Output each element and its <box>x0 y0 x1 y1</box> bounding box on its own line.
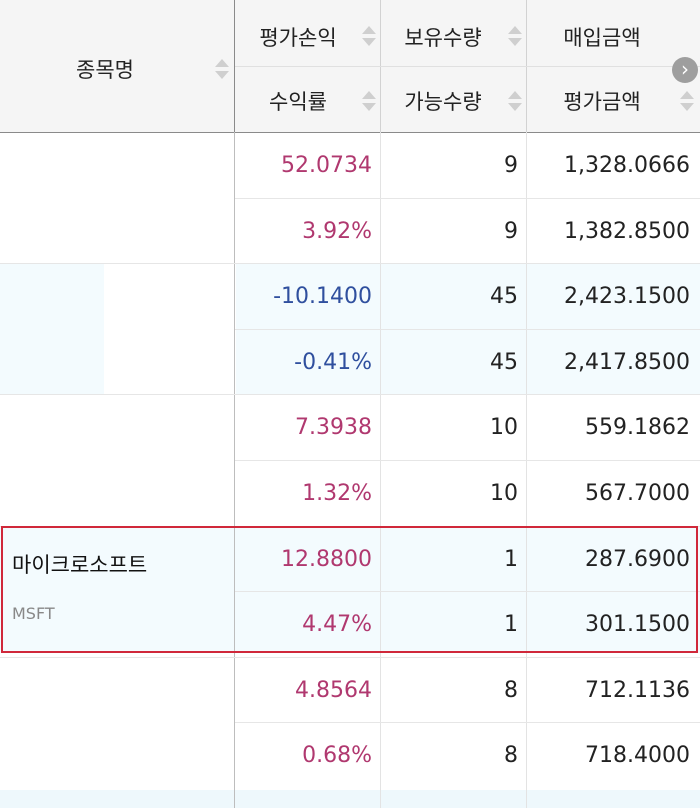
cell-purchase-amount: 559.1862 <box>585 415 690 440</box>
cell-holding-qty: 9 <box>504 153 518 178</box>
sort-updown-icon[interactable] <box>362 91 376 113</box>
column-divider <box>234 132 235 808</box>
cell-eval-pl: 52.0734 <box>281 153 372 178</box>
cell-holding-qty: 8 <box>504 678 518 703</box>
col-header-available-qty[interactable]: 가능수량 <box>381 68 505 134</box>
chevron-right-icon[interactable]: › <box>672 57 698 83</box>
col-header-return-rate[interactable]: 수익률 <box>236 68 360 134</box>
cell-available-qty: 9 <box>504 219 518 244</box>
cell-eval-pl: 7.3938 <box>295 415 372 440</box>
col-header-eval-pl[interactable]: 평가손익 <box>236 4 360 70</box>
sort-updown-icon[interactable] <box>215 59 229 81</box>
col-header-eval-amount[interactable]: 평가금액 <box>527 68 677 134</box>
cell-eval-amount: 718.4000 <box>585 743 690 768</box>
col-header-eval-pl-label: 평가손익 <box>259 26 337 50</box>
col-header-stock-name[interactable]: 종목명 <box>0 36 210 102</box>
cell-return-rate: 1.32% <box>302 481 372 506</box>
cell-holding-qty: 10 <box>490 415 518 440</box>
cell-eval-amount: 1,382.8500 <box>564 219 690 244</box>
sort-updown-icon[interactable] <box>362 26 376 48</box>
cell-return-rate: 3.92% <box>302 219 372 244</box>
cell-purchase-amount: 712.1136 <box>585 678 690 703</box>
col-header-stock-name-label: 종목명 <box>76 58 134 82</box>
col-header-available-qty-label: 가능수량 <box>404 90 482 114</box>
holdings-table: 종목명 평가손익 수익률 보유수량 가능수량 매입금액 평가금액 › 52.07… <box>0 0 700 808</box>
col-header-holding-qty-label: 보유수량 <box>404 26 482 50</box>
cell-eval-pl: 4.8564 <box>295 678 372 703</box>
cell-eval-pl: -10.1400 <box>273 284 372 309</box>
cell-purchase-amount: 2,423.1500 <box>564 284 690 309</box>
col-header-return-rate-label: 수익률 <box>269 90 327 114</box>
cell-eval-amount: 567.7000 <box>585 481 690 506</box>
row-highlight-box <box>1 526 698 653</box>
col-header-purchase-amount-label: 매입금액 <box>563 26 641 50</box>
row-bg-2-left <box>0 264 104 394</box>
cell-return-rate: 0.68% <box>302 743 372 768</box>
cell-eval-amount: 2,417.8500 <box>564 350 690 375</box>
col-header-eval-amount-label: 평가금액 <box>563 90 641 114</box>
cell-available-qty: 10 <box>490 481 518 506</box>
sort-updown-icon[interactable] <box>680 91 694 113</box>
table-header: 종목명 평가손익 수익률 보유수량 가능수량 매입금액 평가금액 › <box>0 0 700 133</box>
col-header-holding-qty[interactable]: 보유수량 <box>381 4 505 70</box>
cell-available-qty: 45 <box>490 350 518 375</box>
cell-holding-qty: 45 <box>490 284 518 309</box>
bottom-bar <box>0 790 700 808</box>
sort-updown-icon[interactable] <box>508 91 522 113</box>
cell-return-rate: -0.41% <box>294 350 372 375</box>
col-header-purchase-amount[interactable]: 매입금액 <box>527 4 677 70</box>
sort-updown-icon[interactable] <box>508 26 522 48</box>
cell-available-qty: 8 <box>504 743 518 768</box>
cell-purchase-amount: 1,328.0666 <box>564 153 690 178</box>
